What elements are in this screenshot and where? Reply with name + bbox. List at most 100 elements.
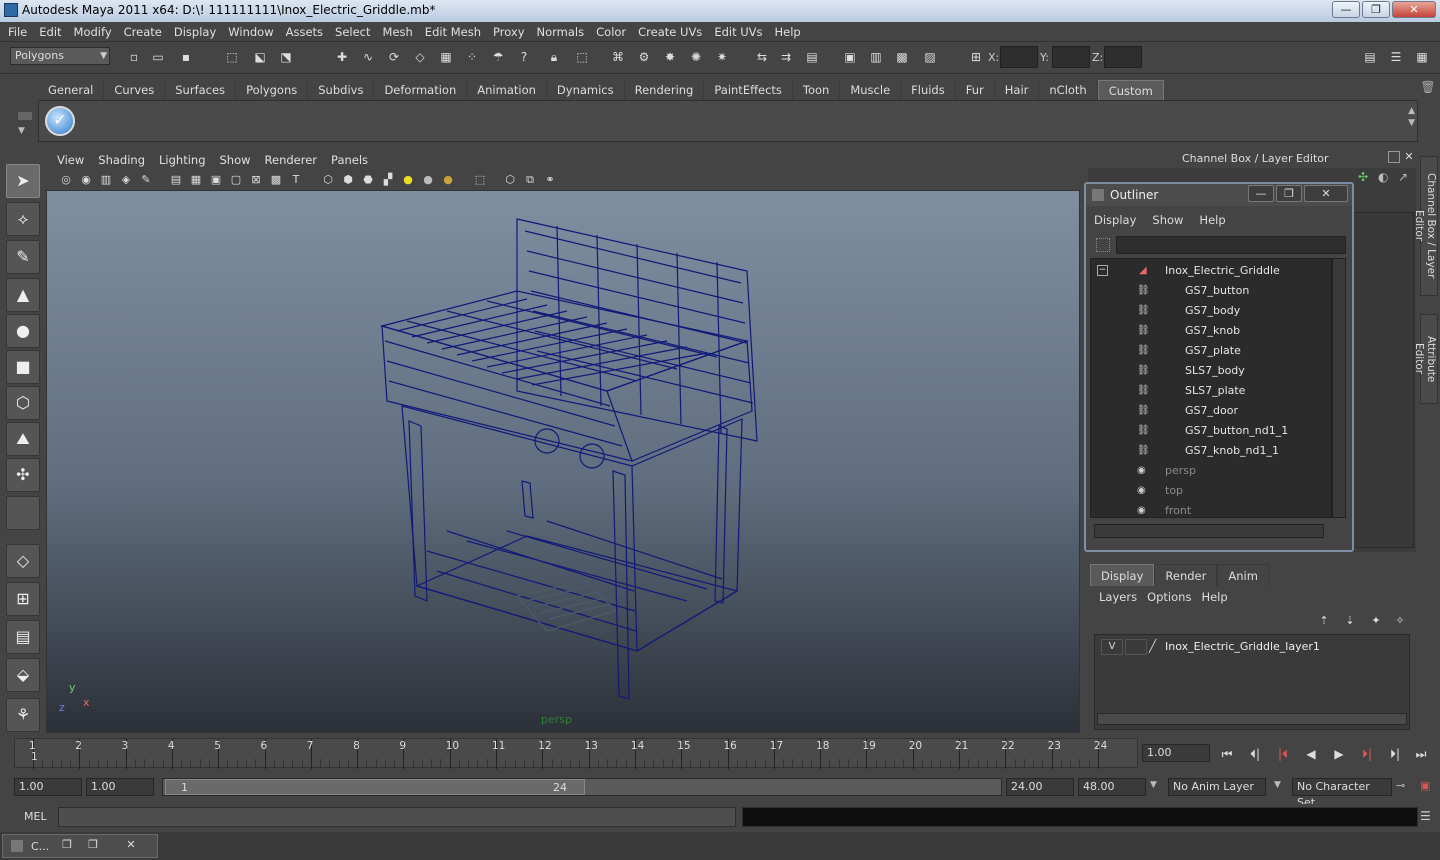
list-item[interactable]: ◉ front xyxy=(1091,501,1331,517)
filter-toggle-icon[interactable] xyxy=(1096,238,1110,252)
list-item[interactable]: − ◢ Inox_Electric_Griddle xyxy=(1091,261,1331,281)
trash-icon[interactable]: 🗑︎ xyxy=(1418,80,1438,96)
tool-settings-toggle-icon[interactable]: ▦ xyxy=(1412,47,1432,67)
shelf-tab-painteffects[interactable]: PaintEffects xyxy=(704,80,793,100)
viewport-menu-lighting[interactable]: Lighting xyxy=(152,153,212,167)
shelf-tab-fur[interactable]: Fur xyxy=(956,80,995,100)
tab-render-layers[interactable]: Render xyxy=(1154,564,1218,586)
channel-box-layer-icon[interactable]: ↗ xyxy=(1398,170,1408,184)
field-chart-icon[interactable]: ⊠ xyxy=(248,172,264,188)
animation-start-field[interactable]: 1.00 xyxy=(14,778,82,796)
outliner-horizontal-scrollbar[interactable] xyxy=(1094,524,1324,538)
single-pane-layout-icon[interactable]: ◇ xyxy=(6,544,40,578)
script-editor-icon[interactable]: ☰ xyxy=(1420,809,1431,823)
move-tool-icon[interactable]: ▲ xyxy=(6,278,40,312)
isolate-select-icon[interactable]: ⬚ xyxy=(472,172,488,188)
list-item[interactable]: ◉ persp xyxy=(1091,461,1331,481)
show-sidebar-icon[interactable]: ▤ xyxy=(802,47,822,67)
menu-select[interactable]: Select xyxy=(329,25,376,39)
shelf-tab-rendering[interactable]: Rendering xyxy=(625,80,705,100)
menu-color[interactable]: Color xyxy=(590,25,632,39)
shelf-tab-fluids[interactable]: Fluids xyxy=(901,80,956,100)
layer-color-icon[interactable]: ╱ xyxy=(1149,639,1156,653)
outliner-menu-show[interactable]: Show xyxy=(1144,210,1191,230)
list-item[interactable]: ⛓︎ SLS7_body xyxy=(1091,361,1331,381)
checkmark-icon[interactable]: ✓ xyxy=(45,106,75,136)
minimized-window[interactable]: C... ❐ ❐ ✕ xyxy=(2,834,158,858)
shelf-tab-ncloth[interactable]: nCloth xyxy=(1039,80,1098,100)
menu-mesh[interactable]: Mesh xyxy=(377,25,419,39)
persp-outliner-layout-icon[interactable]: ▤ xyxy=(6,620,40,654)
menu-window[interactable]: Window xyxy=(222,25,279,39)
shelf-tab-deformation[interactable]: Deformation xyxy=(374,80,468,100)
tab-display-layers[interactable]: Display xyxy=(1090,564,1155,586)
move-layer-down-icon[interactable]: ⇣ xyxy=(1340,612,1360,630)
shadows-icon[interactable]: ● xyxy=(440,172,456,188)
resolution-gate-icon[interactable]: ▣ xyxy=(208,172,224,188)
menu-edit-uvs[interactable]: Edit UVs xyxy=(708,25,768,39)
all-lights-icon[interactable]: ● xyxy=(420,172,436,188)
shelf-tab-curves[interactable]: Curves xyxy=(104,80,166,100)
last-used-tool-icon[interactable] xyxy=(6,496,40,530)
save-scene-icon[interactable]: ▪ xyxy=(176,47,196,67)
menu-normals[interactable]: Normals xyxy=(531,25,591,39)
hypershade-icon[interactable]: ▥ xyxy=(866,47,886,67)
menu-edit[interactable]: Edit xyxy=(33,25,67,39)
input-rename-icon[interactable]: ⇉ xyxy=(776,47,796,67)
attribute-editor-toggle-icon[interactable]: ☰ xyxy=(1386,47,1406,67)
float-panel-icon[interactable] xyxy=(1388,151,1400,163)
collapse-icon[interactable]: − xyxy=(1097,265,1108,276)
grid-icon[interactable]: ▤ xyxy=(168,172,184,188)
layer-editor-icon[interactable]: ◐ xyxy=(1378,170,1388,184)
close-panel-icon[interactable]: ✕ xyxy=(1402,150,1416,164)
viewport-menu-panels[interactable]: Panels xyxy=(324,153,375,167)
shelf-tab-polygons[interactable]: Polygons xyxy=(236,80,309,100)
list-item[interactable]: ⛓︎ GS7_plate xyxy=(1091,341,1331,361)
persp-graph-layout-icon[interactable]: ⬙ xyxy=(6,658,40,692)
shelf-scroll-icon[interactable]: ▲ ▼ xyxy=(1408,105,1415,129)
wireframe-on-shaded-icon[interactable]: ⬣ xyxy=(360,172,376,188)
move-layer-up-icon[interactable]: ⇡ xyxy=(1314,612,1334,630)
current-frame-field[interactable]: 1.00 xyxy=(1142,744,1210,762)
play-forward-icon[interactable]: ▶ xyxy=(1328,744,1350,764)
outliner-vertical-scrollbar[interactable] xyxy=(1332,258,1346,518)
outliner-menu-help[interactable]: Help xyxy=(1191,210,1233,230)
new-layer-selected-icon[interactable]: ✧ xyxy=(1390,612,1410,630)
snap-view-icon[interactable]: ☂ xyxy=(488,47,508,67)
shelf-options[interactable]: ▼ xyxy=(14,80,36,142)
step-forward-frame-icon[interactable]: ⏵︎| xyxy=(1384,744,1406,764)
chevron-down-icon[interactable]: ▼ xyxy=(1274,780,1281,790)
go-to-end-icon[interactable]: ⏭ xyxy=(1410,744,1432,764)
z-field[interactable] xyxy=(1104,46,1142,68)
xray-icon[interactable]: ⬡ xyxy=(502,172,518,188)
layer-visibility-toggle[interactable]: V xyxy=(1101,639,1123,655)
menu-modify[interactable]: Modify xyxy=(68,25,118,39)
range-slider-handle[interactable] xyxy=(165,779,585,795)
viewport-menu-show[interactable]: Show xyxy=(213,153,258,167)
list-item[interactable]: ⛓︎ GS7_button_nd1_1 xyxy=(1091,421,1331,441)
shelf-menu-icon[interactable] xyxy=(18,112,32,120)
mel-label[interactable]: MEL xyxy=(24,810,47,823)
playback-end-field[interactable]: 24.00 xyxy=(1006,778,1074,796)
menu-create[interactable]: Create xyxy=(118,25,168,39)
camera-select-icon[interactable]: ◎ xyxy=(58,172,74,188)
restore-button[interactable]: ❐ xyxy=(55,837,79,853)
image-plane-icon[interactable]: ◈ xyxy=(118,172,134,188)
step-back-frame-icon[interactable]: ⏴︎| xyxy=(1244,744,1266,764)
select-object-icon[interactable]: ⬕ xyxy=(250,47,270,67)
safe-action-icon[interactable]: ▩ xyxy=(268,172,284,188)
snap-curve-icon[interactable]: ∿ xyxy=(358,47,378,67)
channel-box-toggle-icon[interactable]: ▤ xyxy=(1360,47,1380,67)
select-tool-icon[interactable]: ➤ xyxy=(6,164,40,198)
safe-title-icon[interactable]: T xyxy=(288,172,304,188)
new-scene-icon[interactable]: ▫ xyxy=(124,47,144,67)
paint-select-tool-icon[interactable]: ✎ xyxy=(6,240,40,274)
ipr-icon[interactable]: ▩ xyxy=(892,47,912,67)
channel-box-icon[interactable]: ✣ xyxy=(1358,170,1368,184)
render-globals-icon[interactable]: ▨ xyxy=(920,47,940,67)
universal-manip-icon[interactable]: ⬡ xyxy=(6,386,40,420)
outliner-filter-input[interactable] xyxy=(1116,236,1346,254)
layer-scrollbar[interactable] xyxy=(1097,713,1407,725)
open-scene-icon[interactable]: ▭ xyxy=(148,47,168,67)
default-lighting-icon[interactable]: ● xyxy=(400,172,416,188)
